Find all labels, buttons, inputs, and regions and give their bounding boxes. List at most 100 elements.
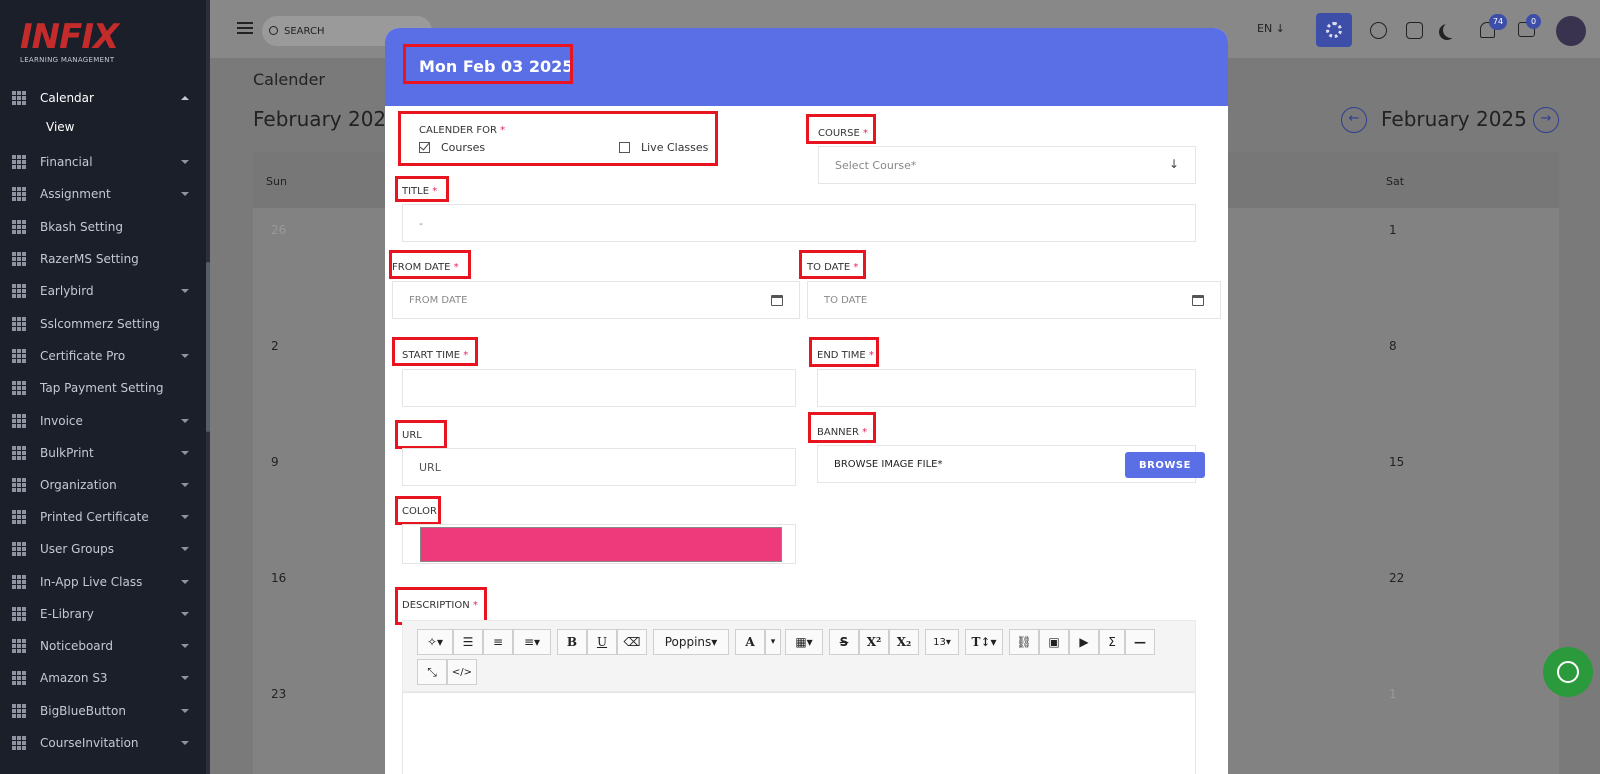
sidebar-item-bigbluebutton[interactable]: BigBlueButton	[0, 695, 206, 727]
link-icon[interactable]: ⛓	[1009, 629, 1039, 655]
start-time-input[interactable]	[402, 369, 796, 407]
sidebar-item-calendar[interactable]: Calendar	[0, 82, 206, 114]
sigma-icon[interactable]: Σ	[1099, 629, 1125, 655]
sidebar-item-e-library[interactable]: E-Library	[0, 598, 206, 630]
align-icon[interactable]: ≡▾	[513, 629, 551, 655]
grid-icon	[12, 220, 26, 234]
grid-icon	[12, 446, 26, 460]
sidebar-item-sslcommerz-setting[interactable]: Sslcommerz Setting	[0, 308, 206, 340]
eraser-icon[interactable]: ⌫	[617, 629, 647, 655]
course-select[interactable]: Select Course* ↓	[818, 146, 1196, 184]
sidebar-item-courseinvitation[interactable]: CourseInvitation	[0, 727, 206, 759]
grid-icon	[12, 704, 26, 718]
from-date-input[interactable]: FROM DATE	[392, 281, 800, 319]
font-size-select[interactable]: 13 ▾	[925, 629, 959, 655]
browse-button[interactable]: BROWSE	[1125, 452, 1205, 478]
sidebar-item-tap-payment-setting[interactable]: Tap Payment Setting	[0, 372, 206, 404]
sidebar-item-financial[interactable]: Financial	[0, 146, 206, 178]
logo-text: INFIX	[20, 17, 119, 57]
sidebar-item-label: BigBlueButton	[40, 704, 126, 718]
chevron-down-icon	[181, 741, 189, 745]
sidebar-item-noticeboard[interactable]: Noticeboard	[0, 630, 206, 662]
sidebar-item-earlybird[interactable]: Earlybird	[0, 275, 206, 307]
horizontal-rule-icon[interactable]: —	[1125, 629, 1155, 655]
page-title: Calender	[253, 70, 325, 89]
whatsapp-button[interactable]	[1543, 647, 1593, 697]
table-icon[interactable]: ▦▾	[785, 629, 823, 655]
video-icon[interactable]: ▶	[1069, 629, 1099, 655]
date-cell[interactable]: 1	[1389, 223, 1397, 237]
end-time-input[interactable]	[817, 369, 1196, 407]
sidebar-item-razerms-setting[interactable]: RazerMS Setting	[0, 243, 206, 275]
sidebar-item-user-groups[interactable]: User Groups	[0, 533, 206, 565]
grid-icon	[12, 252, 26, 266]
subscript-icon[interactable]: X₂	[889, 629, 919, 655]
from-date-placeholder: FROM DATE	[409, 294, 468, 306]
sidebar-item-bkash-setting[interactable]: Bkash Setting	[0, 211, 206, 243]
highlight-box	[395, 176, 449, 202]
title-value: -	[419, 216, 423, 230]
calendar-icon[interactable]	[771, 295, 783, 306]
date-cell[interactable]: 8	[1389, 339, 1397, 353]
date-cell[interactable]: 1	[1389, 687, 1397, 701]
sidebar-item-organization[interactable]: Organization	[0, 469, 206, 501]
notification-badge: 74	[1489, 14, 1507, 30]
sidebar-item-assignment[interactable]: Assignment	[0, 178, 206, 210]
magic-wand-icon[interactable]: ✧▾	[417, 629, 453, 655]
date-cell[interactable]: 9	[271, 455, 279, 469]
strikethrough-icon[interactable]: S	[829, 629, 859, 655]
date-cell[interactable]: 23	[271, 687, 286, 701]
grid-icon	[12, 542, 26, 556]
date-cell[interactable]: 26	[271, 223, 286, 237]
sidebar-subitem-view[interactable]: View	[46, 120, 74, 134]
sidebar-item-certificate-pro[interactable]: Certificate Pro	[0, 340, 206, 372]
course-select-value: Select Course*	[835, 158, 917, 172]
description-editor[interactable]	[402, 692, 1196, 774]
chevron-down-icon[interactable]: ▾	[765, 629, 781, 655]
sidebar-item-amazon-s3[interactable]: Amazon S3	[0, 662, 206, 694]
avatar[interactable]	[1556, 16, 1586, 46]
chevron-up-icon	[181, 96, 189, 100]
menu-toggle-icon[interactable]	[237, 22, 253, 34]
prev-month-icon[interactable]: ←	[1341, 107, 1367, 133]
to-date-input[interactable]: TO DATE	[807, 281, 1221, 319]
banner-placeholder: BROWSE IMAGE FILE*	[834, 458, 943, 470]
logo: INFIX LEARNING MANAGEMENT	[20, 20, 180, 66]
code-view-icon[interactable]: </>	[447, 659, 477, 685]
fullscreen-icon[interactable]: ⤡	[417, 659, 447, 685]
url-input[interactable]: URL	[402, 448, 796, 486]
underline-icon[interactable]: U	[587, 629, 617, 655]
calendar-icon[interactable]	[1192, 295, 1204, 306]
bold-icon[interactable]: B	[557, 629, 587, 655]
sidebar-item-label: Financial	[40, 155, 93, 169]
settings-icon-button[interactable]	[1316, 13, 1352, 47]
line-height-icon[interactable]: T↕▾	[965, 629, 1003, 655]
date-cell[interactable]: 22	[1389, 571, 1404, 585]
language-select[interactable]: EN ↓	[1257, 22, 1285, 35]
text-color-icon[interactable]: A	[735, 629, 765, 655]
moon-icon[interactable]	[1443, 22, 1459, 38]
sidebar-item-label: Amazon S3	[40, 671, 108, 685]
title-input[interactable]: -	[402, 204, 1196, 242]
bullet-list-icon[interactable]: ☰	[453, 629, 483, 655]
sidebar-scroll-thumb[interactable]	[206, 262, 210, 432]
arrow-down-icon: ↓	[1168, 157, 1179, 171]
highlight-box	[392, 337, 478, 366]
font-size-value: 13	[933, 636, 946, 648]
color-swatch[interactable]	[420, 527, 782, 562]
layout-icon[interactable]	[1406, 22, 1423, 39]
globe-icon[interactable]	[1370, 22, 1387, 39]
date-cell[interactable]: 16	[271, 571, 286, 585]
sidebar-item-invoice[interactable]: Invoice	[0, 405, 206, 437]
grid-icon	[12, 639, 26, 653]
sidebar-item-bulkprint[interactable]: BulkPrint	[0, 437, 206, 469]
date-cell[interactable]: 15	[1389, 455, 1404, 469]
font-family-select[interactable]: Poppins ▾	[653, 629, 729, 655]
sidebar-item-in-app-live-class[interactable]: In-App Live Class	[0, 566, 206, 598]
image-icon[interactable]: ▣	[1039, 629, 1069, 655]
next-month-icon[interactable]: →	[1533, 107, 1559, 133]
sidebar-item-printed-certificate[interactable]: Printed Certificate	[0, 501, 206, 533]
superscript-icon[interactable]: X²	[859, 629, 889, 655]
date-cell[interactable]: 2	[271, 339, 279, 353]
numbered-list-icon[interactable]: ≡	[483, 629, 513, 655]
